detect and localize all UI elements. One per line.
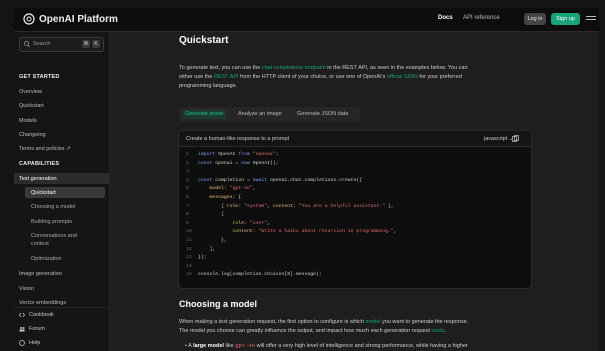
code-line: 3 bbox=[186, 169, 189, 175]
chat-completions-link[interactable]: chat completions endpoint bbox=[262, 65, 326, 71]
section2-text-1: When making a text generation request, t… bbox=[179, 319, 366, 325]
code-title: Create a human-like response to a prompt bbox=[186, 136, 290, 142]
kbd-command: ⌘ bbox=[82, 40, 90, 48]
app-title: OpenAI Platform bbox=[39, 13, 118, 25]
login-button[interactable]: Log in bbox=[524, 13, 546, 25]
search-icon bbox=[24, 41, 30, 47]
sidebar-sub-quickstart[interactable]: Quickstart bbox=[31, 190, 56, 196]
help-icon bbox=[19, 340, 25, 346]
sidebar-sub-conversations-context[interactable]: context bbox=[31, 241, 49, 247]
forum-link[interactable]: Forum bbox=[19, 326, 45, 332]
get-started-heading: GET STARTED bbox=[19, 74, 60, 80]
model-link[interactable]: model bbox=[366, 319, 381, 325]
main-content: Quickstart To generate text, you can use… bbox=[110, 32, 599, 351]
forum-icon bbox=[19, 327, 25, 332]
section2-text-3: The model you choose can greatly influen… bbox=[179, 328, 432, 334]
intro-text-6: programming language. bbox=[179, 83, 238, 89]
code-icon bbox=[19, 312, 25, 318]
tab-generate-prose[interactable]: Generate prose bbox=[182, 110, 227, 119]
search-input[interactable]: Search ⌘ K bbox=[19, 37, 104, 52]
code-line: 12 ], bbox=[186, 246, 216, 252]
page-title: Quickstart bbox=[179, 35, 229, 46]
sidebar-item-vector-embeddings[interactable]: Vector embeddings bbox=[19, 300, 66, 306]
section2-text-4: . bbox=[444, 328, 446, 334]
nav-docs-link[interactable]: Docs bbox=[438, 15, 453, 21]
section2-text-2: you want to generate the response. bbox=[380, 319, 469, 325]
code-line: 9 role: "user", bbox=[186, 220, 270, 226]
help-link[interactable]: Help bbox=[19, 340, 40, 346]
code-line: 14 bbox=[186, 263, 192, 269]
choosing-model-paragraph: When making a text generation request, t… bbox=[179, 318, 569, 336]
bullet-text-c: will offer a very high level of intellig… bbox=[255, 343, 468, 349]
sidebar-item-overview[interactable]: Overview bbox=[19, 89, 42, 95]
sidebar-sub-conversations[interactable]: Conversations and bbox=[31, 233, 77, 239]
sidebar-item-terms[interactable]: Terms and policies ↗ bbox=[19, 146, 71, 152]
code-line: 11 }, bbox=[186, 238, 227, 243]
intro-text-4: from the HTTP client of your choice, or … bbox=[238, 74, 387, 80]
top-navigation-bar: OpenAI Platform Docs API reference Log i… bbox=[14, 8, 599, 32]
intro-paragraph: To generate text, you can use the chat c… bbox=[179, 64, 569, 91]
code-line: 2 const openai = new OpenAI(); bbox=[186, 160, 279, 166]
code-header: Create a human-like response to a prompt… bbox=[179, 131, 531, 147]
code-line: 15 console.log(completion.choices[0].mess… bbox=[186, 272, 322, 278]
logo[interactable]: OpenAI Platform bbox=[23, 13, 118, 25]
sidebar-sub-choosing-model[interactable]: Choosing a model bbox=[31, 204, 75, 210]
sidebar-item-text-generation[interactable]: Text generation bbox=[19, 176, 57, 182]
official-sdks-link[interactable]: official SDKs bbox=[387, 74, 418, 80]
tab-analyze-image[interactable]: Analyze an image bbox=[238, 110, 282, 119]
sidebar-item-changelog[interactable]: Changelog bbox=[19, 132, 46, 138]
code-line: 13}); bbox=[186, 255, 207, 261]
cookbook-label: Cookbook bbox=[29, 312, 54, 318]
sidebar-item-models[interactable]: Models bbox=[19, 118, 37, 124]
capabilities-heading: CAPABILITIES bbox=[19, 161, 60, 167]
section-title-choosing-model: Choosing a model bbox=[179, 299, 258, 309]
openai-logo-icon bbox=[23, 13, 35, 25]
signup-button[interactable]: Sign up bbox=[551, 13, 580, 25]
code-line: 4 const completion = await openai.chat.co… bbox=[186, 177, 363, 183]
code-line: 10 content: "Write a haiku about recursi… bbox=[186, 229, 397, 235]
sidebar-sub-building-prompts[interactable]: Building prompts bbox=[31, 219, 72, 225]
language-select[interactable]: javascript ⌄ bbox=[484, 136, 513, 142]
bullet-bold: large model bbox=[193, 343, 224, 349]
rest-api-link[interactable]: REST API bbox=[214, 74, 239, 80]
costs-link[interactable]: costs bbox=[432, 328, 445, 334]
sidebar-item-vision[interactable]: Vision bbox=[19, 286, 34, 292]
bullet-code: gpt-4o bbox=[235, 342, 256, 349]
sidebar-sub-optimization[interactable]: Optimization bbox=[31, 256, 62, 262]
tab-generate-json[interactable]: Generate JSON data bbox=[297, 110, 348, 119]
intro-text-5: for your preferred bbox=[417, 74, 462, 80]
help-label: Help bbox=[29, 340, 41, 346]
sidebar: Search ⌘ K GET STARTED Overview Quicksta… bbox=[14, 32, 110, 351]
kbd-k: K bbox=[92, 40, 100, 48]
sidebar-bottom-links: Cookbook Forum Help bbox=[14, 307, 109, 351]
intro-text-1: To generate text, you can use the bbox=[179, 65, 262, 71]
example-tabs: Generate prose Analyze an image Generate… bbox=[179, 107, 360, 122]
code-line: 8 { bbox=[186, 212, 224, 218]
intro-text-2: in the REST API, as seen in the examples… bbox=[325, 65, 468, 71]
code-line: 7 { role: "system", content: "You are a … bbox=[186, 203, 394, 209]
menu-icon[interactable] bbox=[586, 16, 596, 22]
bullet-large-model: • A large model like gpt-4o will offer a… bbox=[185, 342, 468, 349]
copy-icon[interactable] bbox=[512, 135, 519, 142]
nav-api-reference-link[interactable]: API reference bbox=[463, 15, 500, 21]
cookbook-link[interactable]: Cookbook bbox=[19, 312, 54, 318]
code-line: 6 messages: [ bbox=[186, 195, 242, 200]
sidebar-item-image-generation[interactable]: Image generation bbox=[19, 271, 62, 277]
app-window: OpenAI Platform Docs API reference Log i… bbox=[14, 8, 599, 351]
code-block: Create a human-like response to a prompt… bbox=[178, 130, 532, 289]
code-line: 5 model: "gpt-4o", bbox=[186, 186, 256, 192]
code-line: 1 import OpenAI from "openai"; bbox=[186, 152, 279, 157]
bullet-text-b: like bbox=[223, 343, 236, 349]
intro-text-3: either use the bbox=[179, 74, 214, 80]
sidebar-item-quickstart[interactable]: Quickstart bbox=[19, 103, 44, 109]
forum-label: Forum bbox=[29, 326, 45, 332]
search-placeholder: Search bbox=[33, 41, 51, 47]
